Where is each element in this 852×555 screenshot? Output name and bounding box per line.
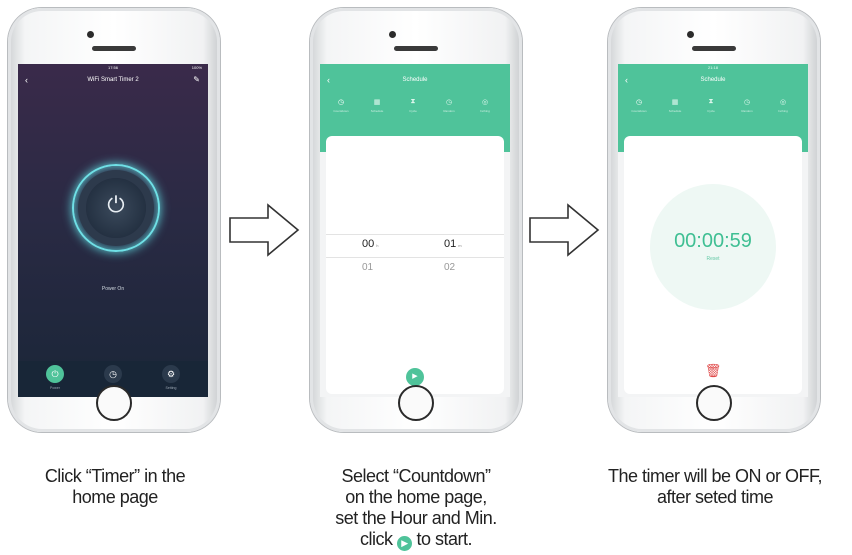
schedule-title-bar: ‹ Schedule bbox=[618, 72, 808, 88]
caption-step-2-line-1: Select “Countdown” bbox=[341, 466, 491, 486]
tab-schedule[interactable]: ▦ Schedule bbox=[660, 98, 690, 113]
hour-unit: h bbox=[376, 243, 379, 248]
schedule-title-bar: ‹ Schedule bbox=[320, 72, 510, 88]
tab-cycle-label: Cycle bbox=[707, 109, 715, 113]
status-bar: 21:18 bbox=[618, 64, 808, 72]
minute-next-option[interactable]: 02 bbox=[444, 262, 455, 273]
tab-schedule[interactable]: ▦ Schedule bbox=[362, 98, 392, 113]
tab-cycle-label: Cycle bbox=[409, 109, 417, 113]
hour-picker[interactable]: 00 h bbox=[362, 238, 378, 250]
delete-icon[interactable]: 🗑 bbox=[704, 362, 722, 380]
power-status-text: Power On bbox=[101, 286, 125, 292]
home-button[interactable] bbox=[398, 385, 434, 421]
hour-value: 00 bbox=[362, 238, 375, 250]
phone-home-screen: 17:56 100% ‹ WiFi Smart Timer 2 ✎ ⏻ Powe… bbox=[8, 8, 220, 432]
home-button[interactable] bbox=[96, 385, 132, 421]
back-icon[interactable]: ‹ bbox=[25, 72, 28, 88]
tab-schedule-label: Schedule bbox=[370, 109, 384, 113]
countdown-card: 00:00:59 Reset 🗑 bbox=[624, 136, 802, 394]
power-icon: ⏻ bbox=[46, 365, 64, 383]
power-ring[interactable]: ⏻ bbox=[72, 164, 160, 252]
tab-inching[interactable]: ◎ Inching bbox=[768, 98, 798, 113]
tab-random-label: Random bbox=[443, 109, 455, 113]
edit-icon[interactable]: ✎ bbox=[193, 72, 200, 88]
caption-step-1: Click “Timer” in the home page bbox=[0, 466, 230, 508]
caption-step-3-line-2: after seted time bbox=[656, 487, 774, 507]
tab-schedule-label: Schedule bbox=[668, 109, 682, 113]
tab-power-label: Power bbox=[50, 386, 60, 390]
caption-step-1-line-1: Click “Timer” in the bbox=[44, 466, 186, 486]
tab-random[interactable]: ◷ Random bbox=[434, 98, 464, 113]
tab-cycle[interactable]: ⧗ Cycle bbox=[398, 98, 428, 113]
speaker bbox=[394, 46, 438, 51]
phone-countdown-setup: ‹ Schedule ◷ Countdown ▦ Schedule ⧗ Cycle ◷… bbox=[310, 8, 522, 432]
countdown-time: 00:00:59 bbox=[674, 230, 752, 252]
front-camera bbox=[389, 31, 396, 38]
countdown-screen: 21:18 ‹ Schedule ◷ Countdown ▦ Schedule ⧗ C… bbox=[618, 64, 808, 397]
tab-inching-label: Inching bbox=[778, 109, 788, 113]
back-icon[interactable]: ‹ bbox=[625, 72, 628, 88]
caption-start-text: to start. bbox=[416, 529, 473, 549]
arrow-right-icon bbox=[229, 203, 300, 257]
device-title: WiFi Smart Timer 2 bbox=[87, 77, 139, 83]
tab-countdown[interactable]: ◷ Countdown bbox=[326, 98, 356, 113]
caption-step-2-line-3: set the Hour and Min. bbox=[335, 508, 497, 528]
start-button[interactable]: ▶ bbox=[406, 368, 424, 386]
tab-random[interactable]: ◷ Random bbox=[732, 98, 762, 113]
caption-step-2-line-4: click ▶ to start. bbox=[296, 529, 536, 551]
tab-power[interactable]: ⏻ Power bbox=[40, 365, 70, 390]
front-camera bbox=[87, 31, 94, 38]
schedule-title: Schedule bbox=[700, 77, 726, 83]
home-button[interactable] bbox=[696, 385, 732, 421]
tab-random-label: Random bbox=[741, 109, 753, 113]
settings-icon: ⚙ bbox=[162, 365, 180, 383]
app-header: ‹ WiFi Smart Timer 2 ✎ bbox=[18, 72, 208, 88]
caption-step-2: Select “Countdown” on the home page, set… bbox=[296, 466, 536, 551]
power-icon: ⏻ bbox=[107, 192, 125, 217]
reset-link[interactable]: Reset bbox=[650, 256, 776, 262]
schedule-title: Schedule bbox=[402, 77, 428, 83]
tab-inching-label: Inching bbox=[480, 109, 490, 113]
tab-setting-label: Setting bbox=[165, 386, 177, 390]
tab-setting[interactable]: ⚙ Setting bbox=[156, 365, 186, 390]
caption-click-text: click bbox=[359, 529, 393, 549]
clock-icon: ◷ bbox=[104, 365, 122, 383]
play-icon: ▶ bbox=[396, 536, 412, 551]
power-button[interactable]: ⏻ bbox=[86, 178, 146, 238]
speaker bbox=[692, 46, 736, 51]
status-bar bbox=[320, 64, 510, 72]
countdown-circle: 00:00:59 Reset bbox=[650, 184, 776, 310]
status-time: 17:56 bbox=[107, 65, 118, 70]
tab-countdown-label: Countdown bbox=[333, 109, 349, 113]
hour-next-option[interactable]: 01 bbox=[362, 262, 373, 273]
tab-inching[interactable]: ◎ Inching bbox=[470, 98, 500, 113]
tab-countdown[interactable]: ◷ Countdown bbox=[624, 98, 654, 113]
minute-value: 01 bbox=[444, 238, 457, 250]
minute-unit: m bbox=[458, 243, 462, 248]
arrow-right-icon bbox=[529, 203, 600, 257]
caption-step-1-line-2: home page bbox=[72, 487, 158, 507]
speaker bbox=[92, 46, 136, 51]
countdown-card: 00 h 01 m 01 02 ▶ bbox=[326, 136, 504, 394]
front-camera bbox=[687, 31, 694, 38]
tab-countdown-label: Countdown bbox=[631, 109, 647, 113]
status-time: 21:18 bbox=[707, 65, 718, 70]
caption-step-3-line-1: The timer will be ON or OFF, bbox=[607, 466, 823, 486]
status-bar: 17:56 100% bbox=[18, 64, 208, 72]
caption-step-3: The timer will be ON or OFF, after seted… bbox=[584, 466, 846, 508]
schedule-screen: ‹ Schedule ◷ Countdown ▦ Schedule ⧗ Cycle ◷… bbox=[320, 64, 510, 397]
minute-picker[interactable]: 01 m bbox=[444, 238, 462, 250]
caption-step-2-line-2: on the home page, bbox=[345, 487, 487, 507]
home-screen: 17:56 100% ‹ WiFi Smart Timer 2 ✎ ⏻ Powe… bbox=[18, 64, 208, 397]
back-icon[interactable]: ‹ bbox=[327, 72, 330, 88]
picker-selection-row bbox=[326, 234, 504, 258]
phone-countdown-running: 21:18 ‹ Schedule ◷ Countdown ▦ Schedule ⧗ C… bbox=[608, 8, 820, 432]
battery-level: 100% bbox=[191, 65, 202, 70]
tab-cycle[interactable]: ⧗ Cycle bbox=[696, 98, 726, 113]
